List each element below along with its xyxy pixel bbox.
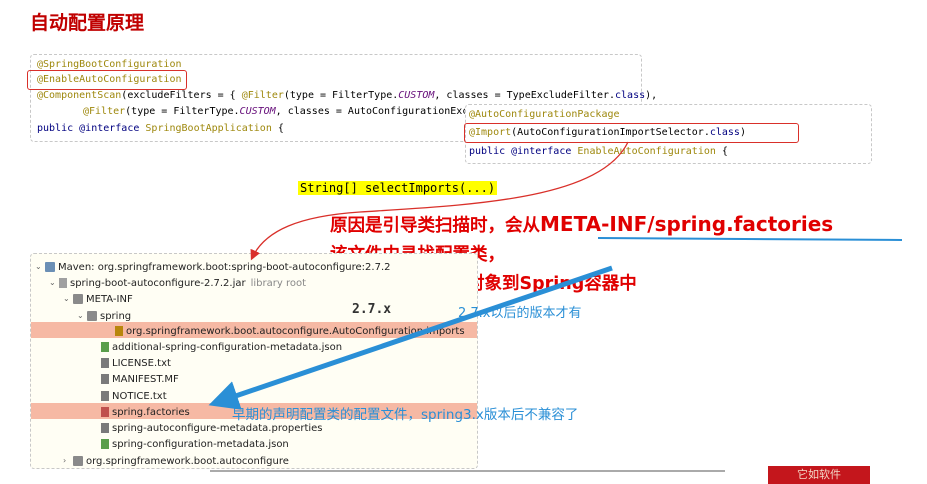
code-line-spring-boot-configuration: @SpringBootConfiguration (37, 59, 182, 70)
underline-meta-inf (597, 237, 903, 241)
early-note: 早期的声明配置类的配置文件，spring3.x版本后不兼容了 (232, 407, 579, 423)
tree-item-label: org.springframework.boot.autoconfigure.A… (126, 325, 465, 337)
tree-item[interactable]: MANIFEST.MF (91, 372, 179, 388)
code-line-interface-declaration: public @interface SpringBootApplication … (37, 123, 284, 134)
brand-logo: 它如软件 (768, 466, 870, 484)
tree-item-label: spring-configuration-metadata.json (112, 439, 289, 451)
tree-item-label: spring.factories (112, 406, 190, 418)
tree-item[interactable]: spring-autoconfigure-metadata.properties (91, 421, 323, 437)
version-note: 2.7.x以后的版本才有 (458, 306, 582, 321)
text-file-icon (101, 358, 109, 369)
tree-item[interactable]: org.springframework.boot.autoconfigure.A… (105, 324, 465, 340)
chevron-down-icon[interactable]: ⌄ (49, 275, 59, 291)
chevron-right-icon[interactable]: › (63, 453, 73, 468)
page-title: 自动配置原理 (30, 12, 145, 34)
tree-item[interactable]: ⌄ Maven: org.springframework.boot:spring-… (35, 259, 391, 275)
tree-item[interactable]: spring-configuration-metadata.json (91, 437, 289, 453)
factories-icon (101, 406, 109, 417)
file-icon (115, 325, 123, 336)
text-file-icon (101, 390, 109, 401)
tree-item-label: spring-boot-autoconfigure-2.7.2.jar (70, 278, 246, 290)
highlight-box-import (464, 123, 799, 143)
tree-item-label: org.springframework.boot.autoconfigure (86, 456, 289, 468)
tree-item[interactable]: LICENSE.txt (91, 356, 171, 372)
project-tree-panel: ⌄ Maven: org.springframework.boot:spring-… (30, 253, 478, 469)
tree-item-label: spring-autoconfigure-metadata.properties (112, 423, 323, 434)
code-line-auto-configuration-package: @AutoConfigurationPackage (469, 109, 620, 120)
tree-item-label: spring (100, 310, 132, 322)
highlight-box-enable-auto-configuration (27, 70, 187, 90)
tree-item[interactable]: spring.factories (91, 405, 190, 421)
tree-item[interactable]: ⌄ spring (77, 308, 131, 324)
manifest-icon (101, 374, 109, 385)
version-label: 2.7.x (352, 302, 392, 317)
properties-icon (101, 423, 109, 433)
tree-item[interactable]: NOTICE.txt (91, 389, 167, 405)
library-icon (45, 262, 55, 272)
tree-item[interactable]: additional-spring-configuration-metadata… (91, 340, 342, 356)
explanation-line-1: 原因是引导类扫描时，会从META-INF/spring.factories (330, 212, 834, 236)
tree-item-label: META-INF (86, 294, 133, 306)
chevron-down-icon[interactable]: ⌄ (35, 259, 45, 275)
tree-item[interactable]: › org.springframework.boot.autoconfigure (63, 453, 289, 468)
code-line-interface-declaration-2: public @interface EnableAutoConfiguratio… (469, 146, 728, 157)
code-line-filter: @Filter(type = FilterType.CUSTOM, classe… (83, 106, 475, 117)
tree-item-label: LICENSE.txt (112, 358, 171, 370)
package-icon (73, 456, 83, 467)
tree-item[interactable]: ⌄ spring-boot-autoconfigure-2.7.2.jar libr… (49, 275, 306, 291)
folder-icon (73, 294, 83, 305)
chevron-down-icon[interactable]: ⌄ (77, 308, 87, 324)
tree-item-label: Maven: org.springframework.boot:spring-b… (58, 262, 391, 273)
jar-icon (59, 278, 67, 289)
library-root-suffix: library root (250, 278, 306, 290)
select-imports-highlight: String[] selectImports(...) (298, 181, 498, 195)
tree-item-label: NOTICE.txt (112, 390, 167, 402)
json-icon (101, 342, 109, 352)
json-icon (101, 439, 109, 450)
tree-item[interactable]: ⌄ META-INF (63, 291, 133, 307)
tree-item-label: additional-spring-configuration-metadata… (112, 342, 343, 353)
chevron-down-icon[interactable]: ⌄ (63, 291, 73, 307)
folder-icon (87, 310, 97, 321)
code-line-component-scan: @ComponentScan(excludeFilters = { @Filte… (37, 90, 658, 101)
tree-item-label: MANIFEST.MF (112, 374, 179, 386)
